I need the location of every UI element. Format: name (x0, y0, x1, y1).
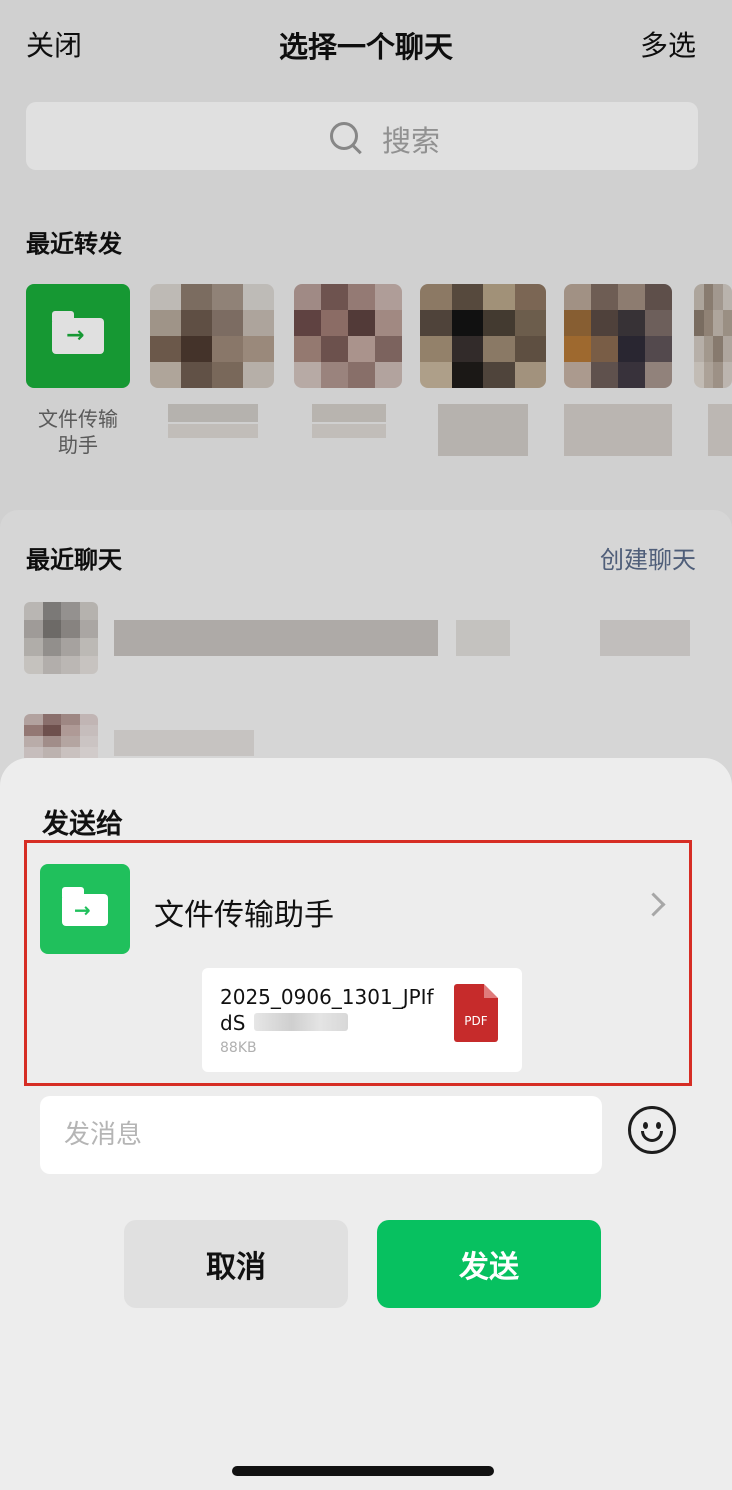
send-button[interactable]: 发送 (377, 1220, 601, 1308)
highlight-box (24, 840, 692, 1086)
send-to-sheet: 发送给 → 文件传输助手 2025_0906_1301_JPIfdS 88KB … (0, 758, 732, 1490)
message-input[interactable] (40, 1096, 602, 1174)
home-indicator[interactable] (232, 1466, 494, 1476)
emoji-icon[interactable] (628, 1106, 676, 1154)
send-to-title: 发送给 (42, 809, 123, 840)
cancel-button[interactable]: 取消 (124, 1220, 348, 1308)
